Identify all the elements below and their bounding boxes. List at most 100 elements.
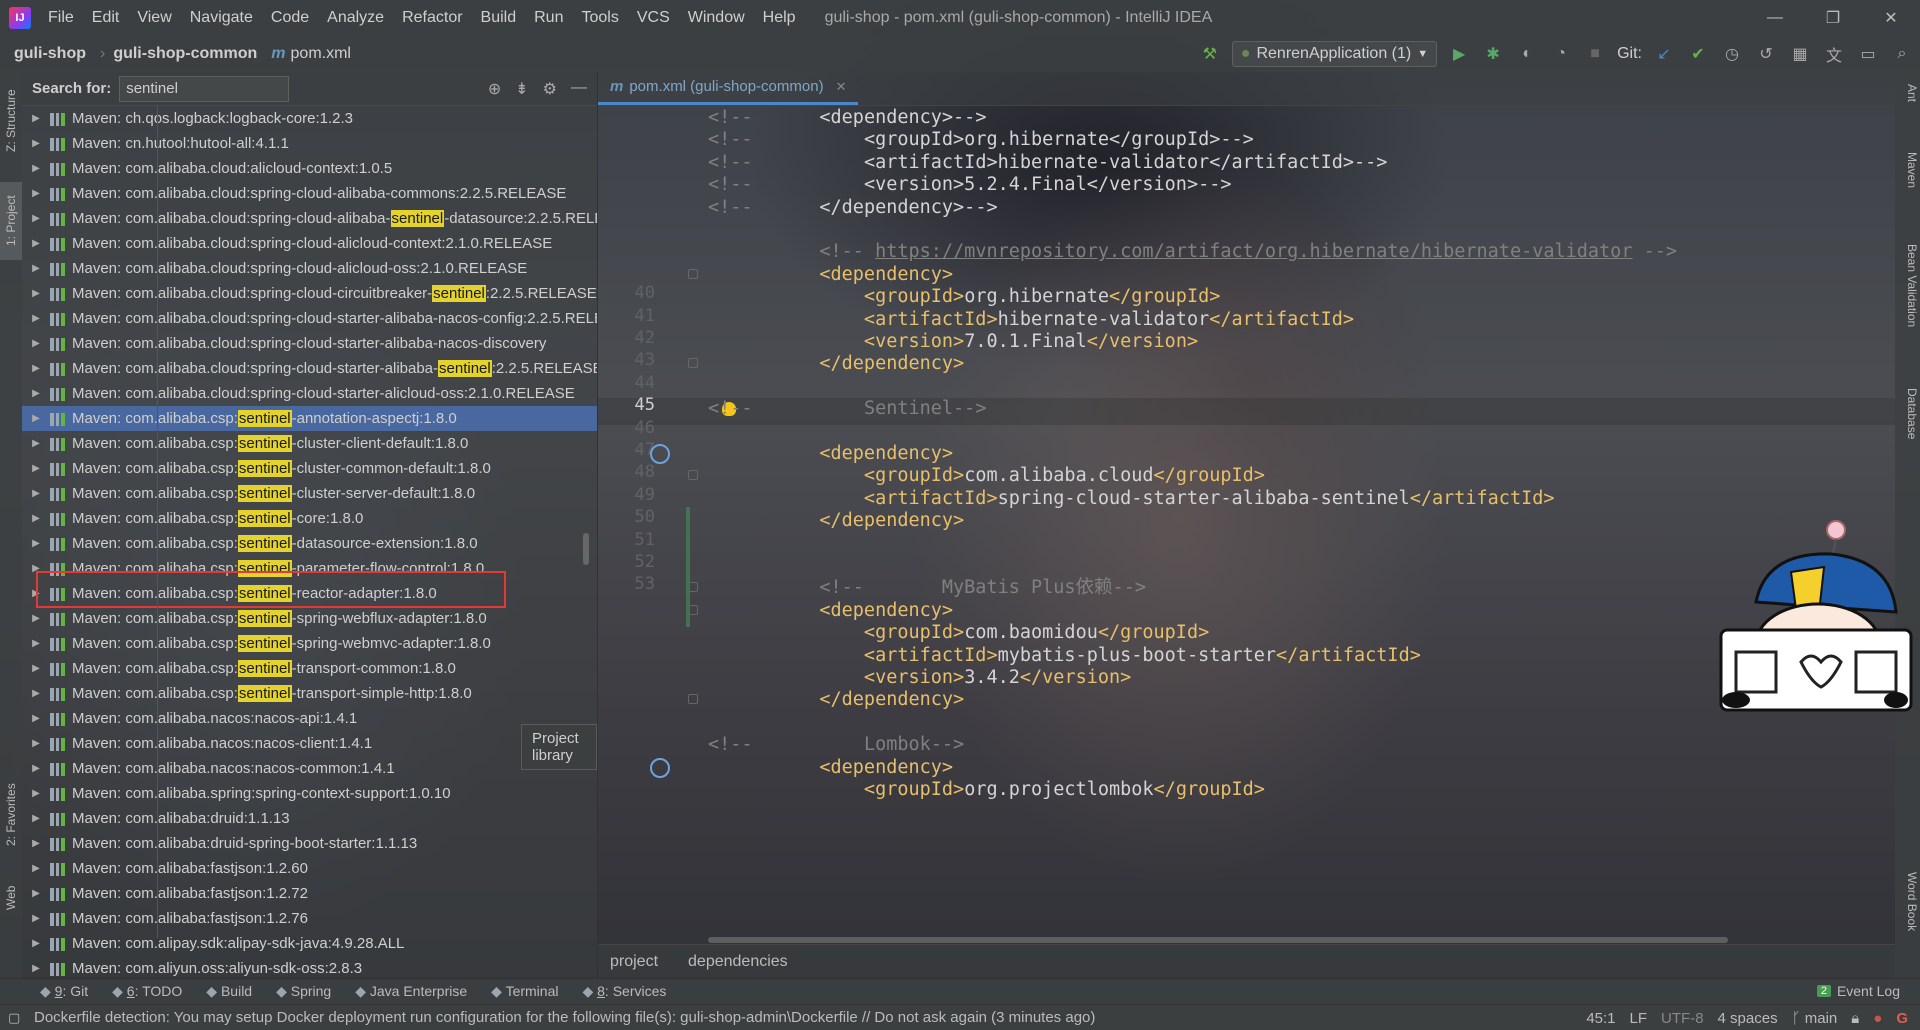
error-icon[interactable]: ● [1873, 1010, 1882, 1027]
library-row[interactable]: ▶ Maven: com.alibaba:druid:1.1.13 [22, 806, 597, 831]
expand-arrow-icon[interactable]: ▶ [22, 913, 50, 924]
file-encoding[interactable]: UTF-8 [1661, 1010, 1704, 1027]
menu-item-tools[interactable]: Tools [572, 9, 627, 27]
menu-item-code[interactable]: Code [262, 9, 318, 27]
code-link[interactable]: https://mvnrepository.com/artifact/org.h… [875, 241, 1632, 262]
expand-arrow-icon[interactable]: ▶ [22, 763, 50, 774]
expand-arrow-icon[interactable]: ▶ [22, 538, 50, 549]
menu-item-navigate[interactable]: Navigate [181, 9, 262, 27]
favorites-tab[interactable]: 2: Favorites [0, 772, 22, 858]
library-row[interactable]: ▶ Maven: com.alibaba.csp: sentinel -transpo… [22, 681, 597, 706]
maven-tab[interactable]: Maven [1897, 152, 1919, 188]
caret-position[interactable]: 45:1 [1586, 1010, 1615, 1027]
library-row[interactable]: ▶ Maven: com.alibaba.csp: sentinel -cluster… [22, 481, 597, 506]
library-row[interactable]: ▶ Maven: com.alibaba:fastjson:1.2.72 [22, 881, 597, 906]
search-input[interactable]: sentinel [119, 75, 290, 102]
library-row[interactable]: ▶ Maven: ch.qos.logback:logback-core:1.2.… [22, 106, 597, 131]
expand-arrow-icon[interactable]: ▶ [22, 713, 50, 724]
presentation-icon[interactable]: ▭ [1856, 42, 1880, 66]
close-button[interactable]: ✕ [1862, 0, 1920, 36]
expand-arrow-icon[interactable]: ▶ [22, 363, 50, 374]
close-tab-icon[interactable]: ✕ [836, 79, 847, 95]
navigate-gutter-icon[interactable] [650, 757, 670, 778]
google-icon[interactable]: G [1896, 1010, 1908, 1027]
translate-icon[interactable]: 文 [1822, 42, 1846, 66]
fold-marker-icon[interactable] [688, 694, 698, 705]
project-tab[interactable]: 1: Project [0, 182, 22, 260]
expand-arrow-icon[interactable]: ▶ [22, 338, 50, 349]
run-icon[interactable]: ▶ [1447, 42, 1471, 66]
library-row[interactable]: ▶ Maven: com.alibaba.cloud:spring-cloud-s… [22, 331, 597, 356]
stop-icon[interactable]: ■ [1583, 42, 1607, 66]
tool-window-services[interactable]: ◆ 8: Services [582, 983, 666, 1000]
status-square-icon[interactable]: ▢ [8, 1010, 20, 1026]
event-log-button[interactable]: 2 Event Log [1816, 983, 1900, 999]
expand-arrow-icon[interactable]: ▶ [22, 213, 50, 224]
library-row[interactable]: ▶ Maven: com.alibaba.spring:spring-contex… [22, 781, 597, 806]
menu-item-edit[interactable]: Edit [83, 9, 129, 27]
expand-arrow-icon[interactable]: ▶ [22, 788, 50, 799]
fold-marker-icon[interactable] [688, 358, 698, 369]
expand-arrow-icon[interactable]: ▶ [22, 263, 50, 274]
restore-button[interactable]: ❐ [1804, 0, 1862, 36]
menu-item-build[interactable]: Build [472, 9, 526, 27]
expand-arrow-icon[interactable]: ▶ [22, 113, 50, 124]
expand-arrow-icon[interactable]: ▶ [22, 138, 50, 149]
lock-icon[interactable]: 🔒︎ [1851, 1010, 1859, 1027]
library-row[interactable]: ▶ Maven: com.alibaba.csp: sentinel -paramet… [22, 556, 597, 581]
library-row[interactable]: ▶ Maven: com.alibaba.cloud:spring-cloud-s… [22, 306, 597, 331]
tab-pom-xml[interactable]: m pom.xml (guli-shop-common) ✕ [598, 71, 859, 105]
menu-item-run[interactable]: Run [525, 9, 572, 27]
expand-arrow-icon[interactable]: ▶ [22, 738, 50, 749]
tab-project[interactable]: project [610, 953, 658, 971]
git-branch[interactable]: ᚴ main [1792, 1010, 1838, 1027]
library-row[interactable]: ▶ Maven: com.alibaba.cloud:spring-cloud-s… [22, 356, 597, 381]
tool-window-build[interactable]: ◆ Build [206, 983, 252, 1000]
menu-item-vcs[interactable]: VCS [628, 9, 679, 27]
menu-item-refactor[interactable]: Refactor [393, 9, 471, 27]
search-icon[interactable]: ⌕ [1890, 42, 1914, 66]
library-row[interactable]: ▶ Maven: com.alibaba.csp: sentinel -transpo… [22, 656, 597, 681]
library-row[interactable]: ▶ Maven: com.alibaba.nacos:nacos-common:1… [22, 756, 597, 781]
library-row[interactable]: ▶ Maven: com.alibaba.csp: sentinel -spring-… [22, 606, 597, 631]
library-row[interactable]: ▶ Maven: cn.hutool:hutool-all:4.1.1 [22, 131, 597, 156]
breadcrumb-module[interactable]: guli-shop-common [86, 45, 257, 63]
expand-arrow-icon[interactable]: ▶ [22, 238, 50, 249]
expand-arrow-icon[interactable]: ▶ [22, 438, 50, 449]
menu-item-view[interactable]: View [128, 9, 180, 27]
library-row[interactable]: ▶ Maven: com.alibaba.csp: sentinel -spring-… [22, 631, 597, 656]
library-row[interactable]: ▶ Maven: com.alibaba:fastjson:1.2.76 [22, 906, 597, 931]
code-editor[interactable]: <!-- <dependency>--> <!-- <groupId>org.hi… [708, 106, 1878, 938]
line-separator[interactable]: LF [1630, 1010, 1648, 1027]
breadcrumb-file[interactable]: m pom.xml [257, 45, 351, 63]
tool-window-javaenterprise[interactable]: ◆ Java Enterprise [355, 983, 467, 1000]
expand-arrow-icon[interactable]: ▶ [22, 388, 50, 399]
library-row[interactable]: ▶ Maven: com.alibaba.cloud:spring-cloud-c… [22, 281, 597, 306]
tab-dependencies[interactable]: dependencies [688, 953, 788, 971]
profile-icon[interactable]: ◔ [1549, 42, 1573, 66]
library-row[interactable]: ▶ Maven: com.alibaba.csp: sentinel -cluster… [22, 431, 597, 456]
expand-arrow-icon[interactable]: ▶ [22, 838, 50, 849]
expand-arrow-icon[interactable]: ▶ [22, 863, 50, 874]
expand-arrow-icon[interactable]: ▶ [22, 963, 50, 974]
library-row[interactable]: ▶ Maven: com.alibaba:druid-spring-boot-st… [22, 831, 597, 856]
expand-arrow-icon[interactable]: ▶ [22, 888, 50, 899]
expand-arrow-icon[interactable]: ▶ [22, 313, 50, 324]
rollback-icon[interactable]: ↺ [1754, 42, 1778, 66]
expand-arrow-icon[interactable]: ▶ [22, 813, 50, 824]
editor-horizontal-scrollbar[interactable] [708, 937, 1728, 943]
project-structure-icon[interactable]: ▦ [1788, 42, 1812, 66]
ant-tab[interactable]: Ant [1897, 84, 1919, 102]
breadcrumb-project[interactable]: guli-shop [0, 45, 86, 63]
tool-window-todo[interactable]: ◆ 6: TODO [112, 983, 182, 1000]
expand-arrow-icon[interactable]: ▶ [22, 938, 50, 949]
git-commit-icon[interactable]: ✔ [1686, 42, 1710, 66]
tree-scrollbar[interactable] [583, 533, 589, 565]
menu-item-window[interactable]: Window [679, 9, 754, 27]
debug-icon[interactable]: ✱ [1481, 42, 1505, 66]
tool-window-spring[interactable]: ◆ Spring [276, 983, 331, 1000]
library-row[interactable]: ▶ Maven: com.aliyun.oss:aliyun-sdk-oss:2.… [22, 956, 597, 978]
expand-arrow-icon[interactable]: ▶ [22, 488, 50, 499]
library-row[interactable]: ▶ Maven: com.alibaba.cloud:spring-cloud-a… [22, 206, 597, 231]
fold-marker-icon[interactable] [688, 268, 698, 279]
